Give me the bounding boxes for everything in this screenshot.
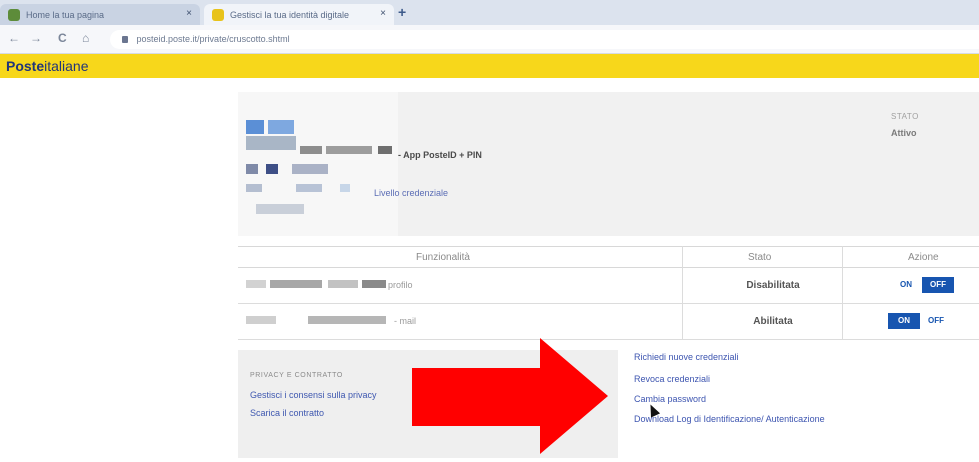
redacted-block xyxy=(296,184,322,192)
url-input[interactable]: posteid.poste.it/private/cruscotto.shtml xyxy=(110,30,979,49)
browser-tab-2[interactable]: Gestisci la tua identità digitale × xyxy=(204,4,394,25)
toggle-on[interactable]: ON xyxy=(888,313,920,329)
redacted-block xyxy=(246,316,276,324)
manage-consents-link[interactable]: Gestisci i consensi sulla privacy xyxy=(250,390,377,400)
redacted-block xyxy=(328,280,358,288)
redacted-block xyxy=(270,280,322,288)
privacy-title: PRIVACY E CONTRATTO xyxy=(250,372,343,379)
tab-title: Gestisci la tua identità digitale xyxy=(230,9,350,20)
table-header: Funzionalità Stato Azione xyxy=(238,246,979,268)
redacted-block xyxy=(256,204,304,214)
credential-level-link[interactable]: Livello credenziale xyxy=(374,188,448,198)
row-state: Abilitata xyxy=(753,316,793,327)
forward-icon[interactable]: → xyxy=(30,31,42,45)
tab-favicon-icon xyxy=(8,8,20,21)
change-password-link[interactable]: Cambia password xyxy=(634,394,706,404)
close-tab-icon[interactable]: × xyxy=(186,8,192,19)
redacted-block xyxy=(326,146,372,154)
redacted-block xyxy=(378,146,392,154)
redacted-block xyxy=(246,120,264,134)
download-contract-link[interactable]: Scarica il contratto xyxy=(250,408,324,418)
request-new-credentials-link[interactable]: Richiedi nuove credenziali xyxy=(634,352,739,362)
redacted-block xyxy=(246,136,296,150)
toggle-off[interactable]: OFF xyxy=(922,277,954,293)
col-header-action: Azione xyxy=(908,252,939,263)
toggle-off[interactable]: OFF xyxy=(920,313,952,329)
redacted-block xyxy=(266,164,278,174)
home-icon[interactable]: ⌂ xyxy=(82,31,89,45)
back-icon[interactable]: ← xyxy=(8,31,20,45)
lock-icon xyxy=(122,36,128,43)
redacted-block xyxy=(362,280,386,288)
redacted-block xyxy=(246,280,266,288)
poste-logo[interactable]: Posteitaliane xyxy=(6,58,89,74)
redacted-block xyxy=(292,164,328,174)
feature-toggle[interactable]: ON OFF xyxy=(888,313,952,329)
col-header-state: Stato xyxy=(748,252,772,263)
service-label: - App PosteID + PIN xyxy=(398,150,482,160)
toggle-on[interactable]: ON xyxy=(890,277,922,293)
redacted-block xyxy=(268,120,294,134)
col-header-feature: Funzionalità xyxy=(416,252,470,263)
close-tab-icon[interactable]: × xyxy=(380,8,386,19)
feature-toggle[interactable]: ON OFF xyxy=(890,277,954,293)
identity-card xyxy=(238,92,979,236)
table-row: profilo Disabilitata ON OFF xyxy=(238,268,979,304)
redacted-block xyxy=(246,164,258,174)
tab-favicon-icon xyxy=(212,8,224,21)
redacted-block xyxy=(340,184,350,192)
logo-bold: Poste xyxy=(6,58,45,74)
revoke-credentials-link[interactable]: Revoca credenziali xyxy=(634,374,710,384)
redacted-block xyxy=(308,316,386,324)
status-value: Attivo xyxy=(891,128,917,138)
download-log-link[interactable]: Download Log di Identificazione/ Autenti… xyxy=(634,414,825,424)
new-tab-icon[interactable]: + xyxy=(398,4,406,20)
reload-icon[interactable]: C xyxy=(58,31,67,45)
logo-rest: italiane xyxy=(44,58,89,74)
tab-title: Home la tua pagina xyxy=(26,9,105,20)
browser-tab-1[interactable]: Home la tua pagina × xyxy=(0,4,200,25)
row-feature-text: profilo xyxy=(388,280,413,290)
red-arrow-icon xyxy=(412,338,608,454)
redacted-block xyxy=(300,146,322,154)
address-bar: ← → C ⌂ posteid.poste.it/private/cruscot… xyxy=(0,25,979,54)
row-feature-text: - mail xyxy=(394,316,416,326)
redacted-block xyxy=(246,184,262,192)
status-label: STATO xyxy=(891,112,919,121)
table-row: - mail Abilitata ON OFF xyxy=(238,304,979,340)
site-header: Posteitaliane xyxy=(0,54,979,78)
url-text: posteid.poste.it/private/cruscotto.shtml xyxy=(136,34,290,44)
browser-tab-bar: Home la tua pagina × Gestisci la tua ide… xyxy=(0,0,979,25)
row-state: Disabilitata xyxy=(746,280,800,291)
